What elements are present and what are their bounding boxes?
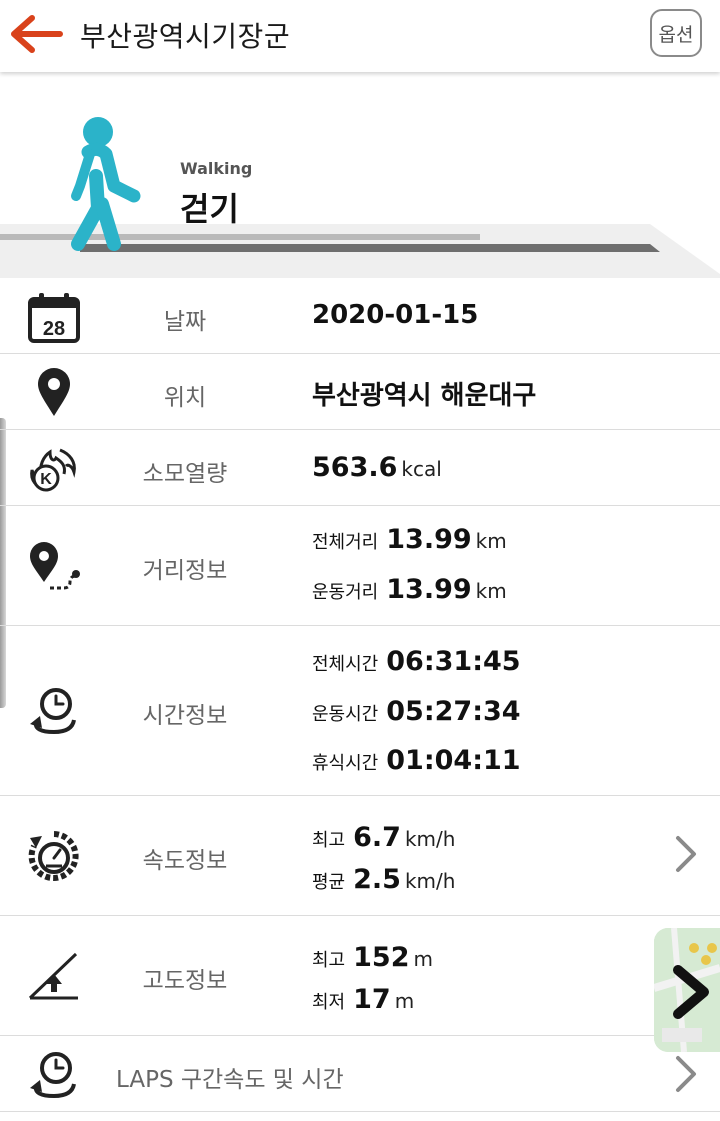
altitude-row: 고도정보 최고 152 m 최저 17 m [0, 916, 720, 1036]
calorie-fire-icon: K [30, 448, 76, 492]
activity-name-en: Walking [180, 159, 253, 178]
total-distance-value: 13.99 [386, 524, 472, 555]
speed-label: 속도정보 [142, 848, 228, 874]
max-altitude-unit: m [413, 947, 433, 971]
total-time-line: 전체시간 06:31:45 [312, 646, 521, 677]
location-row: 위치 부산광역시 해운대구 [0, 354, 720, 430]
rest-time-label: 휴식시간 [312, 753, 379, 774]
exercise-time-label: 운동시간 [312, 704, 379, 725]
rest-time-line: 휴식시간 01:04:11 [312, 745, 521, 776]
distance-label: 거리정보 [142, 558, 228, 584]
min-altitude-unit: m [394, 989, 415, 1013]
calories-value-line: 563.6 kcal [312, 452, 442, 483]
app-header: 부산광역시기장군 옵션 [0, 0, 720, 72]
max-altitude-value: 152 [353, 942, 410, 973]
avg-speed-line: 평균 2.5 km/h [312, 864, 455, 895]
options-button[interactable]: 옵션 [650, 9, 702, 57]
exercise-distance-line: 운동거리 13.99 km [312, 574, 507, 605]
avg-speed-unit: km/h [404, 869, 456, 893]
time-row: 시간정보 전체시간 06:31:45 운동시간 05:27:34 휴식시간 01:04… [0, 626, 720, 796]
max-speed-line: 최고 6.7 km/h [312, 822, 455, 853]
total-distance-line: 전체거리 13.99 km [312, 524, 507, 555]
speed-row[interactable]: 속도정보 최고 6.7 km/h 평균 2.5 km/h [0, 796, 720, 916]
calories-label: 소모열량 [142, 461, 228, 487]
calories-row: K 소모열량 563.6 kcal [0, 430, 720, 506]
back-arrow-icon[interactable] [10, 14, 64, 54]
calendar-icon: 28 [28, 293, 80, 343]
total-distance-unit: km [475, 529, 507, 553]
walking-person-icon [71, 117, 141, 251]
chevron-right-icon[interactable] [672, 834, 700, 874]
exercise-distance-unit: km [475, 579, 507, 603]
svg-text:K: K [40, 471, 52, 488]
exercise-distance-label: 운동거리 [312, 582, 379, 603]
total-distance-label: 전체거리 [312, 532, 379, 553]
date-value: 2020-01-15 [312, 300, 479, 330]
max-speed-value: 6.7 [353, 822, 401, 853]
altitude-label: 고도정보 [142, 968, 228, 994]
avg-speed-value: 2.5 [353, 864, 401, 895]
date-label: 날짜 [163, 309, 207, 335]
calories-unit: kcal [401, 457, 442, 481]
svg-text:28: 28 [43, 318, 65, 340]
speedometer-icon [28, 831, 79, 881]
time-clock-icon [30, 688, 76, 735]
max-altitude-label: 최고 [312, 950, 346, 971]
max-altitude-line: 최고 152 m [312, 942, 433, 973]
activity-name-ko: 걷기 [180, 190, 239, 228]
exercise-distance-value: 13.99 [386, 574, 472, 605]
date-row: 28 날짜 2020-01-15 [0, 278, 720, 354]
min-altitude-line: 최저 17 m [312, 984, 414, 1015]
distance-row: 거리정보 전체거리 13.99 km 운동거리 13.99 km [0, 506, 720, 626]
distance-route-icon [30, 542, 80, 590]
calories-value: 563.6 [312, 452, 398, 483]
exercise-time-value: 05:27:34 [386, 696, 521, 727]
min-altitude-label: 최저 [312, 992, 346, 1013]
laps-clock-icon [30, 1052, 76, 1099]
total-time-label: 전체시간 [312, 654, 379, 675]
map-expand-arrow-icon[interactable] [668, 964, 716, 1020]
activity-hero: Walking 걷기 [0, 74, 720, 278]
altitude-icon [28, 952, 78, 1000]
avg-speed-label: 평균 [312, 872, 346, 893]
total-time-value: 06:31:45 [386, 646, 521, 677]
location-value: 부산광역시 해운대구 [312, 381, 537, 411]
max-speed-label: 최고 [312, 830, 346, 851]
laps-row[interactable]: LAPS 구간속도 및 시간 [0, 1036, 720, 1112]
time-label: 시간정보 [142, 703, 228, 729]
max-speed-unit: km/h [404, 827, 456, 851]
location-pin-icon [38, 368, 70, 416]
laps-label: LAPS 구간속도 및 시간 [116, 1067, 344, 1093]
chevron-right-icon[interactable] [672, 1054, 700, 1094]
page-title: 부산광역시기장군 [80, 20, 291, 53]
rest-time-value: 01:04:11 [386, 745, 521, 776]
location-label: 위치 [163, 385, 207, 411]
min-altitude-value: 17 [353, 984, 391, 1015]
exercise-time-line: 운동시간 05:27:34 [312, 696, 521, 727]
